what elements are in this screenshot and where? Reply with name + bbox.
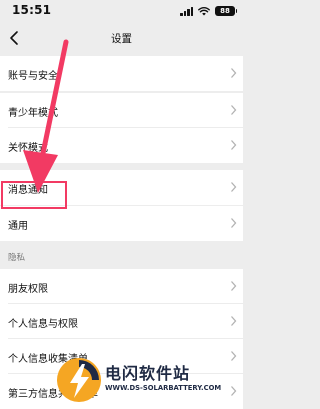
back-icon [10,31,18,45]
wifi-icon [198,6,210,16]
lightning-logo-icon [57,358,101,402]
row-label: 通用 [8,221,28,232]
chevron-right-icon [231,105,237,115]
row-label: 消息通知 [8,185,48,196]
settings-row-care-mode[interactable]: 关怀模式 [0,128,243,163]
settings-row-teen-mode[interactable]: 青少年模式 [0,93,243,128]
status-icons: 88 [180,5,237,17]
row-label: 个人信息与权限 [8,319,78,330]
row-label: 朋友权限 [8,284,48,295]
status-bar: 15:51 88 [0,0,243,22]
watermark-brand: 电闪软件站 [105,364,191,383]
settings-row-account-security[interactable]: 账号与安全 [0,56,243,91]
chevron-right-icon [231,68,237,78]
watermark: 电闪软件站 WWW.DS-SOLARBATTERY.COM [50,352,243,406]
battery-icon: 88 [215,6,237,16]
row-label: 账号与安全 [8,71,58,82]
settings-row-personal-info-permissions[interactable]: 个人信息与权限 [0,304,243,339]
chevron-right-icon [231,218,237,228]
settings-row-notifications[interactable]: 消息通知 [0,170,243,205]
signal-icon [180,6,193,16]
chevron-right-icon [231,281,237,291]
back-button[interactable] [4,27,26,49]
settings-row-friend-permissions[interactable]: 朋友权限 [0,269,243,304]
watermark-url: WWW.DS-SOLARBATTERY.COM [105,384,222,392]
chevron-right-icon [231,140,237,150]
chevron-right-icon [231,316,237,326]
page-title: 设置 [111,33,132,45]
row-label: 关怀模式 [8,143,48,154]
nav-bar: 设置 [0,22,243,56]
section-header-privacy: 隐私 [8,253,26,263]
chevron-right-icon [231,182,237,192]
settings-row-general[interactable]: 通用 [0,206,243,241]
row-label: 青少年模式 [8,108,58,119]
status-time: 15:51 [12,3,52,17]
